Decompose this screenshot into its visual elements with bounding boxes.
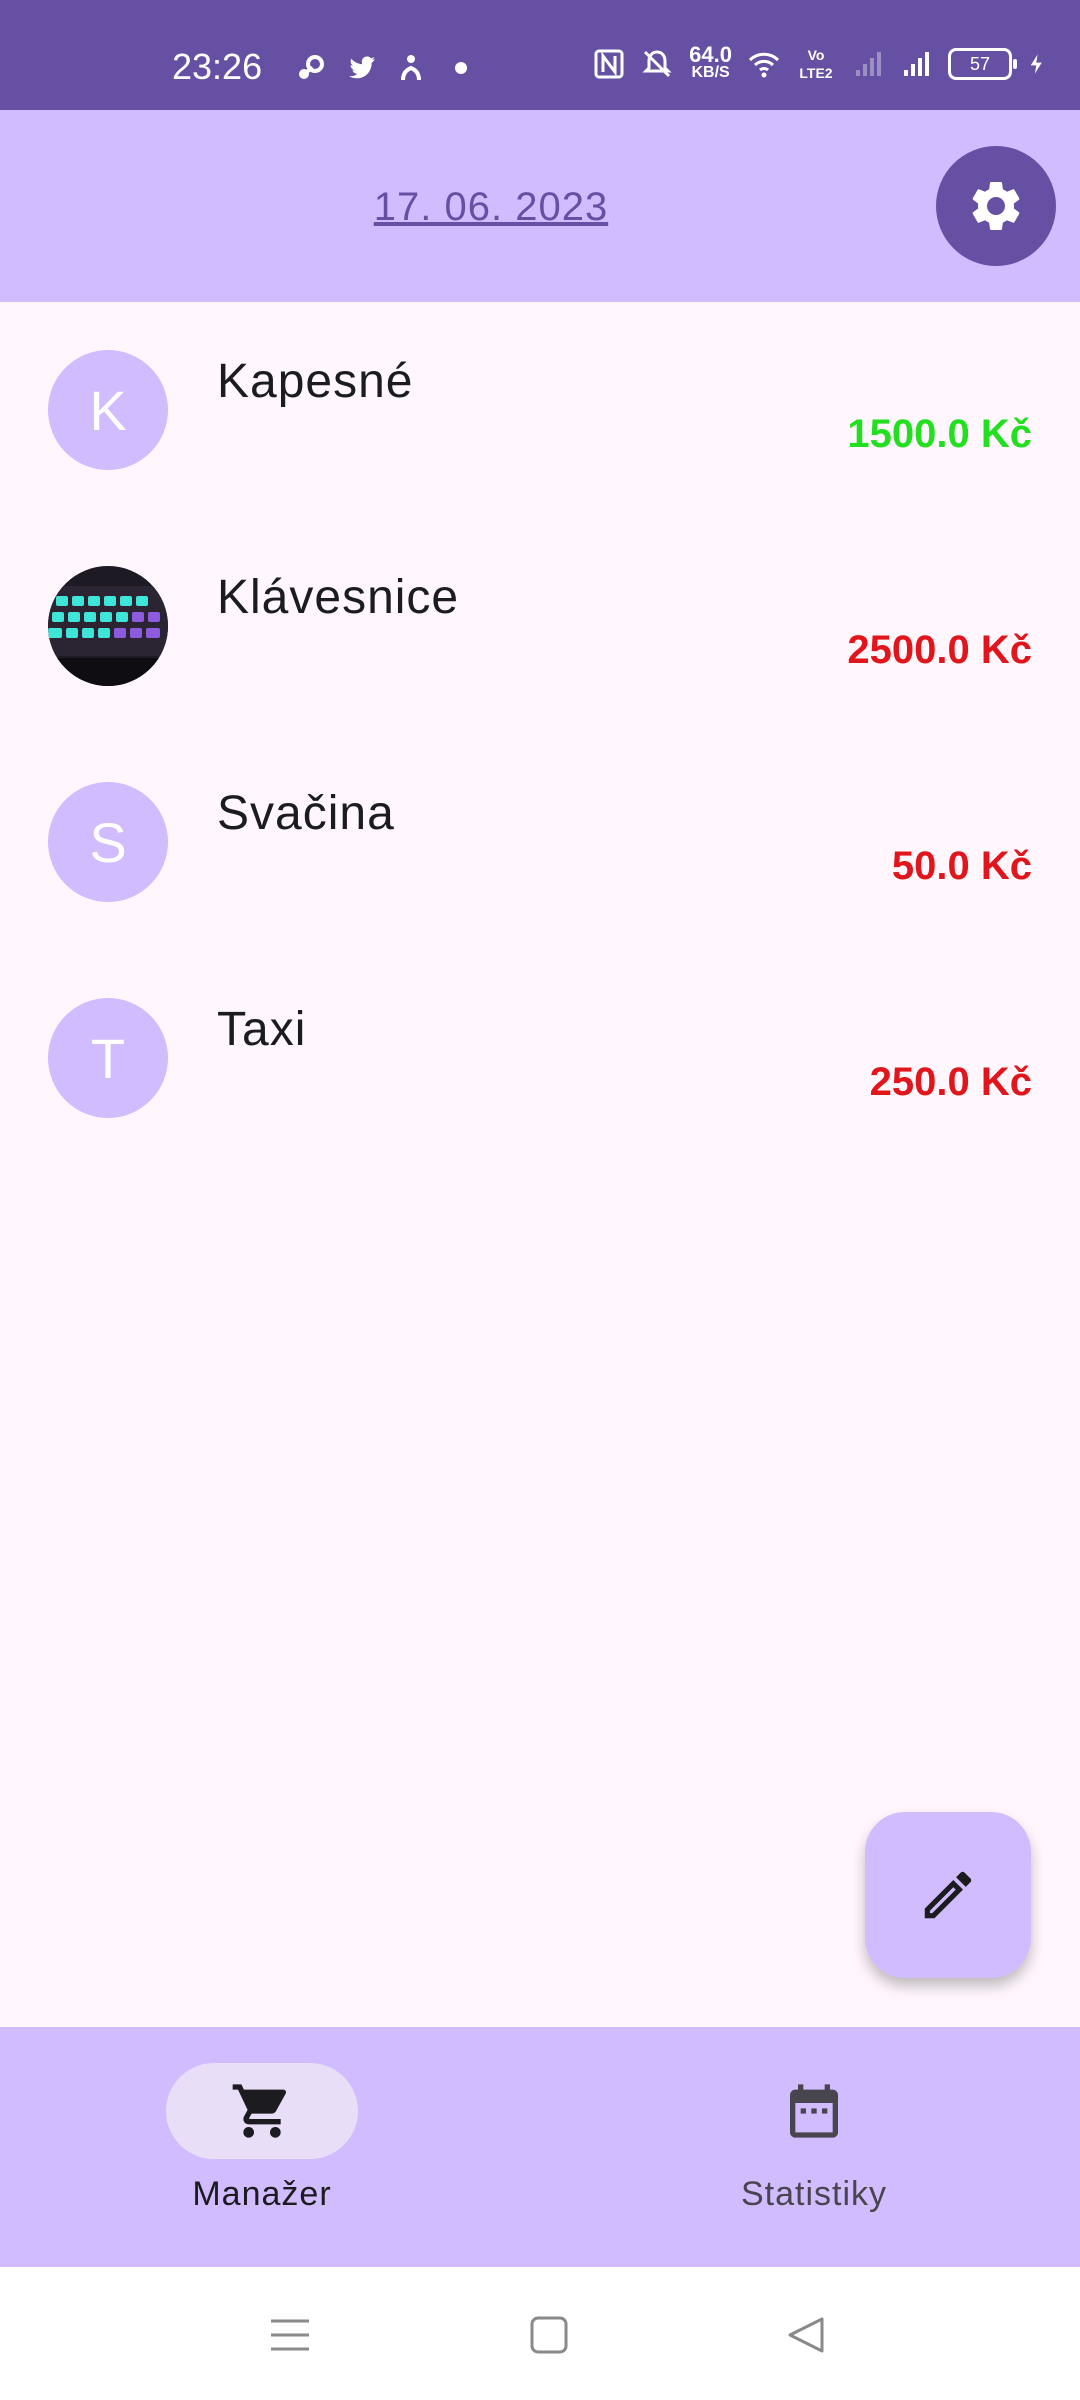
- system-icons: 64.0 KB/S Vo LTE2 57: [593, 42, 1050, 82]
- nav-indicator: [718, 2063, 910, 2159]
- net-speed-unit: KB/S: [691, 64, 730, 81]
- item-name: Taxi: [217, 1003, 307, 1056]
- signal-empty-icon: [856, 52, 881, 76]
- top-app-bar: 17. 06. 2023: [0, 110, 1080, 302]
- volte-badge: Vo LTE2: [799, 47, 833, 81]
- net-speed-value: 64.0: [689, 42, 732, 67]
- mute-icon: [642, 50, 672, 78]
- item-amount: 50.0 Kč: [891, 844, 1032, 888]
- item-amount: 250.0 Kč: [869, 1060, 1032, 1104]
- home-button[interactable]: [525, 2311, 573, 2359]
- item-name: Kapesné: [217, 355, 414, 408]
- recents-button[interactable]: [266, 2311, 314, 2359]
- transaction-list: K Kapesné 1500.0 Kč Klávesnice 2500.0 Kč…: [0, 302, 1080, 1166]
- pencil-icon: [924, 1871, 972, 1919]
- date-selector[interactable]: 17. 06. 2023: [0, 185, 982, 230]
- settings-button[interactable]: [936, 146, 1056, 266]
- cart-icon: [232, 2084, 287, 2138]
- square-icon: [530, 2316, 568, 2354]
- battery-indicator: 57: [948, 48, 1017, 80]
- avatar: T: [48, 998, 168, 1118]
- list-item[interactable]: K Kapesné 1500.0 Kč: [0, 302, 1080, 518]
- dot-icon: [455, 62, 467, 74]
- avatar: S: [48, 782, 168, 902]
- list-item[interactable]: T Taxi 250.0 Kč: [0, 950, 1080, 1166]
- menu-icon: [271, 2319, 309, 2351]
- charging-icon: [1030, 54, 1042, 74]
- back-triangle-icon: [788, 2317, 824, 2353]
- list-item[interactable]: S Svačina 50.0 Kč: [0, 734, 1080, 950]
- twitter-icon: [349, 56, 375, 79]
- item-amount: 1500.0 Kč: [847, 412, 1032, 456]
- avatar-initial: T: [90, 1026, 126, 1090]
- app-icon: [401, 55, 421, 81]
- wifi-icon: [748, 52, 780, 78]
- status-bar: 23:26 64.0 KB/S Vo LTE2 57: [0, 0, 1080, 110]
- list-item[interactable]: Klávesnice 2500.0 Kč: [0, 518, 1080, 734]
- avatar-photo: [48, 566, 168, 686]
- back-button[interactable]: [782, 2311, 830, 2359]
- edit-fab-button[interactable]: [865, 1812, 1031, 1978]
- nav-indicator: [166, 2063, 358, 2159]
- gear-icon: [972, 181, 1020, 230]
- item-name: Svačina: [217, 787, 395, 840]
- status-time: 23:26: [172, 46, 263, 87]
- system-navigation-bar: [0, 2267, 1080, 2400]
- item-amount: 2500.0 Kč: [847, 628, 1032, 672]
- bottom-navigation: Manažer Statistiky: [0, 2027, 1080, 2267]
- nfc-icon: [594, 49, 624, 79]
- avatar: K: [48, 350, 168, 470]
- notification-icons: [295, 52, 477, 84]
- avatar-initial: S: [89, 810, 127, 874]
- net-speed: 64.0 KB/S: [689, 42, 732, 82]
- signal-icon: [904, 52, 929, 76]
- keyboard-photo: [48, 566, 168, 686]
- calendar-icon: [790, 2084, 838, 2138]
- avatar-initial: K: [89, 378, 127, 442]
- nav-label: Manažer: [192, 2175, 332, 2213]
- item-name: Klávesnice: [217, 571, 460, 624]
- nav-label: Statistiky: [740, 2175, 888, 2213]
- nav-item-statistiky[interactable]: Statistiky: [634, 2063, 994, 2214]
- steam-icon: [299, 55, 324, 79]
- nav-item-manazer[interactable]: Manažer: [82, 2063, 442, 2214]
